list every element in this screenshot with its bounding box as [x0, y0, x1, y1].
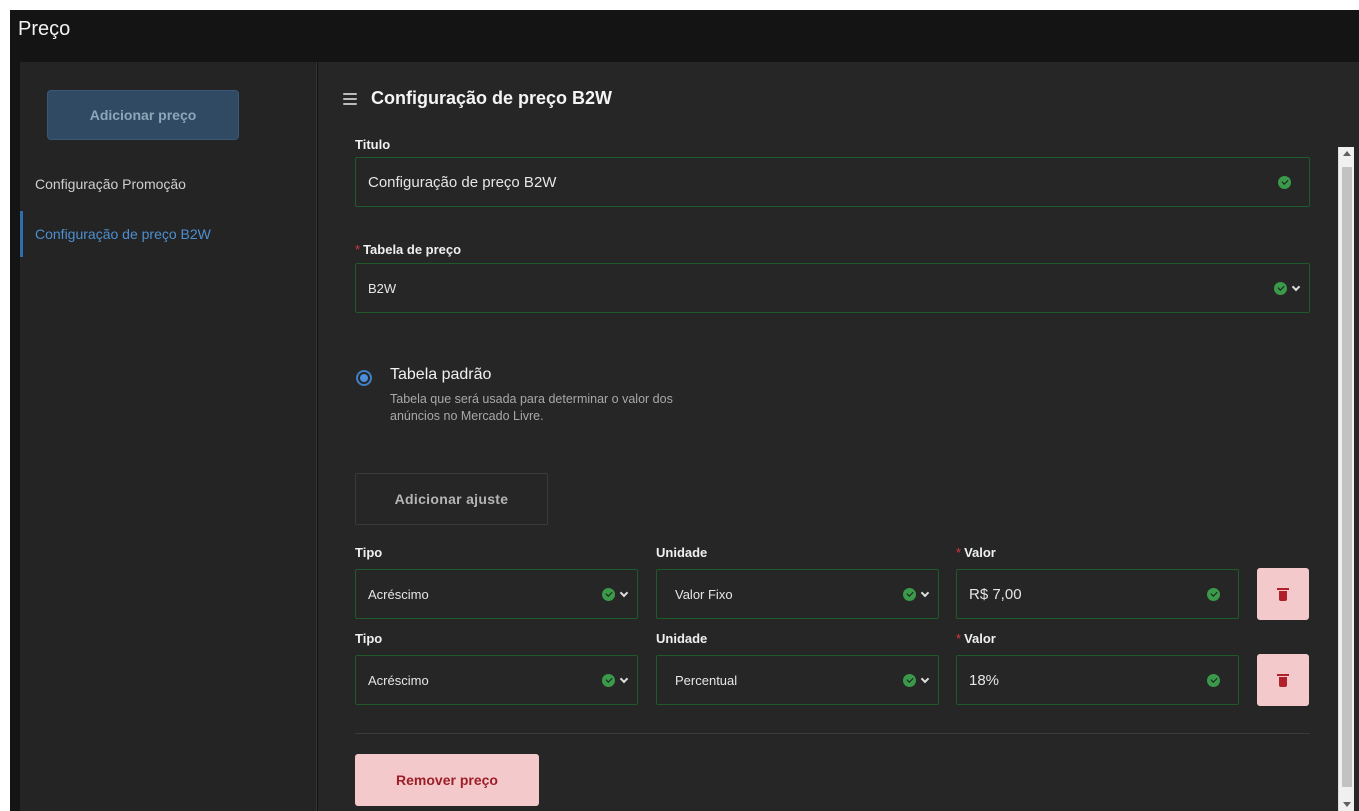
- titulo-input[interactable]: Configuração de preço B2W: [355, 157, 1310, 207]
- check-circle-icon: [602, 673, 615, 687]
- delete-adjust-button[interactable]: [1257, 654, 1309, 706]
- tipo-select[interactable]: Acréscimo: [355, 655, 638, 705]
- trash-icon: [1277, 673, 1289, 687]
- scroll-up-arrow-icon[interactable]: [1343, 151, 1351, 156]
- app-window: Preço Adicionar preço Configuração Promo…: [10, 10, 1359, 811]
- default-table-title: Tabela padrão: [390, 366, 492, 383]
- check-circle-icon: [1274, 281, 1287, 295]
- valor-label-text: Valor: [964, 631, 996, 646]
- chevron-down-icon: [920, 588, 930, 598]
- unidade-select[interactable]: Valor Fixo: [656, 569, 939, 619]
- chevron-down-icon: [1291, 282, 1301, 292]
- hamburger-icon[interactable]: [343, 92, 357, 105]
- default-table-radio[interactable]: [356, 370, 372, 386]
- chevron-down-icon: [619, 588, 629, 598]
- chevron-down-icon: [619, 674, 629, 684]
- valor-label: * Valor: [956, 631, 996, 646]
- tabela-label: * Tabela de preço: [355, 242, 462, 257]
- default-table-description: Tabela que será usada para determinar o …: [390, 392, 673, 423]
- unidade-value: Percentual: [675, 672, 738, 688]
- scroll-down-arrow-icon[interactable]: [1343, 802, 1351, 807]
- unidade-label: Unidade: [656, 631, 708, 646]
- valor-input[interactable]: R$ 7,00: [956, 569, 1239, 619]
- tipo-value: Acréscimo: [368, 586, 429, 602]
- remove-price-button[interactable]: Remover preço: [355, 754, 539, 806]
- sidebar: Adicionar preço Configuração Promoção Co…: [20, 62, 317, 811]
- unidade-select[interactable]: Percentual: [656, 655, 939, 705]
- check-circle-icon: [1278, 175, 1291, 189]
- check-circle-icon: [1207, 673, 1220, 687]
- page-title: Configuração de preço B2W: [371, 88, 613, 108]
- sidebar-item-promocao[interactable]: Configuração Promoção: [20, 161, 317, 207]
- tabela-label-text: Tabela de preço: [363, 242, 462, 257]
- titulo-value: Configuração de preço B2W: [368, 173, 557, 191]
- unidade-value: Valor Fixo: [675, 586, 733, 602]
- tipo-select[interactable]: Acréscimo: [355, 569, 638, 619]
- add-adjust-button[interactable]: Adicionar ajuste: [355, 473, 548, 525]
- valor-value: R$ 7,00: [969, 585, 1022, 603]
- tipo-value: Acréscimo: [368, 672, 429, 688]
- window-title: Preço: [18, 18, 71, 40]
- tipo-label: Tipo: [355, 545, 383, 560]
- delete-adjust-button[interactable]: [1257, 568, 1309, 620]
- tabela-select[interactable]: B2W: [355, 263, 1310, 313]
- add-price-button[interactable]: Adicionar preço: [47, 90, 239, 140]
- main-panel: Configuração de preço B2W Titulo Configu…: [318, 62, 1359, 811]
- scroll-thumb[interactable]: [1342, 167, 1352, 787]
- divider: [355, 733, 1310, 734]
- main-header: Configuração de preço B2W: [343, 88, 612, 109]
- titulo-label: Titulo: [355, 137, 391, 152]
- sidebar-item-b2w[interactable]: Configuração de preço B2W: [20, 211, 317, 257]
- check-circle-icon: [602, 587, 615, 601]
- tipo-label: Tipo: [355, 631, 383, 646]
- chevron-down-icon: [920, 674, 930, 684]
- trash-icon: [1277, 587, 1289, 601]
- check-circle-icon: [903, 587, 916, 601]
- valor-input[interactable]: 18%: [956, 655, 1239, 705]
- valor-label-text: Valor: [964, 545, 996, 560]
- tabela-value: B2W: [368, 280, 397, 296]
- check-circle-icon: [1207, 587, 1220, 601]
- unidade-label: Unidade: [656, 545, 708, 560]
- check-circle-icon: [903, 673, 916, 687]
- valor-label: * Valor: [956, 545, 996, 560]
- vertical-scrollbar[interactable]: [1338, 147, 1354, 811]
- valor-value: 18%: [969, 671, 1000, 689]
